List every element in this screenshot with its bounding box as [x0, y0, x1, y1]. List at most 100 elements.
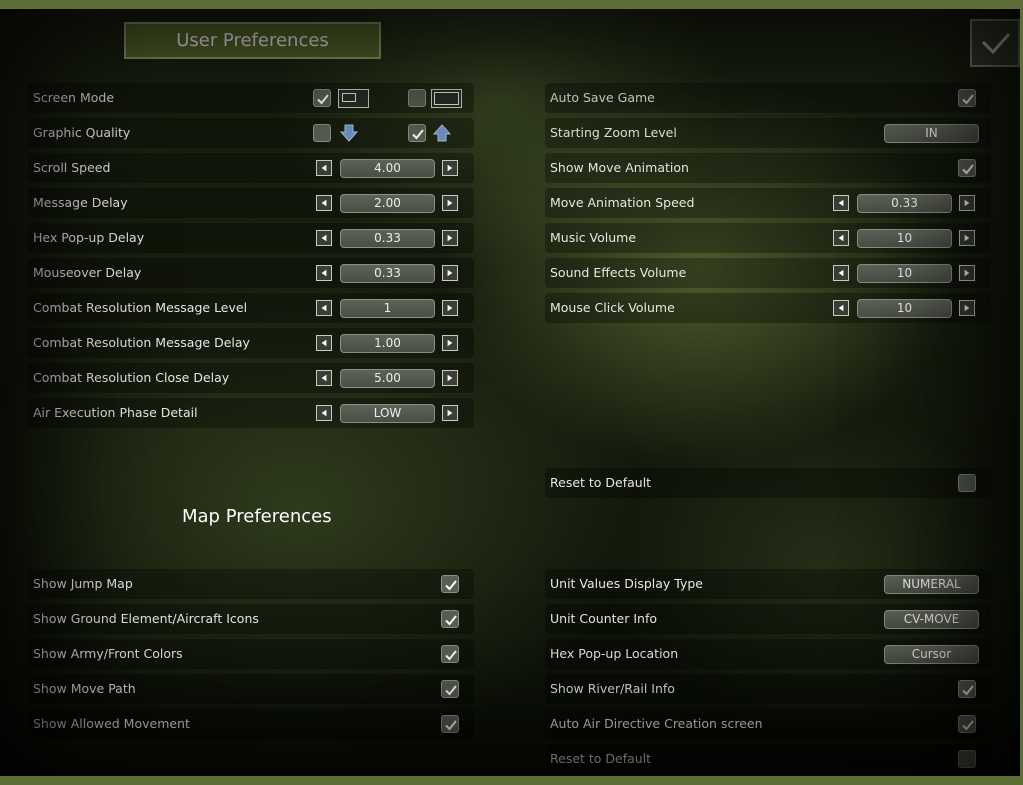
checkmark-icon — [981, 33, 1011, 55]
air-execution-detail-value: LOW — [340, 404, 435, 423]
increase-button[interactable] — [442, 160, 458, 176]
setting-label: Show Allowed Movement — [33, 716, 190, 731]
decrease-button[interactable] — [316, 195, 332, 211]
arrow-up-icon — [432, 124, 452, 142]
show-ground-icons-checkbox[interactable] — [441, 610, 459, 628]
unit-values-display-button[interactable]: NUMERAL — [884, 575, 979, 594]
setting-label: Move Animation Speed — [550, 195, 695, 210]
auto-save-checkbox[interactable] — [958, 89, 976, 107]
setting-sound-effects-volume: Sound Effects Volume 10 — [545, 258, 991, 288]
setting-screen-mode: Screen Mode — [28, 83, 474, 113]
scroll-speed-value: 4.00 — [340, 159, 435, 178]
setting-label: Unit Values Display Type — [550, 576, 703, 591]
increase-button[interactable] — [959, 300, 975, 316]
setting-show-allowed-movement: Show Allowed Movement — [28, 709, 474, 739]
setting-label: Message Delay — [33, 195, 128, 210]
setting-combat-message-level: Combat Resolution Message Level 1 — [28, 293, 474, 323]
setting-label: Auto Air Directive Creation screen — [550, 716, 763, 731]
increase-button[interactable] — [442, 370, 458, 386]
decrease-button[interactable] — [316, 370, 332, 386]
increase-button[interactable] — [442, 405, 458, 421]
setting-label: Show Ground Element/Aircraft Icons — [33, 611, 259, 626]
decrease-button[interactable] — [316, 300, 332, 316]
confirm-button[interactable] — [970, 19, 1020, 67]
increase-button[interactable] — [442, 335, 458, 351]
increase-button[interactable] — [959, 195, 975, 211]
setting-show-move-animation: Show Move Animation — [545, 153, 991, 183]
setting-label: Combat Resolution Close Delay — [33, 370, 230, 385]
decrease-button[interactable] — [316, 405, 332, 421]
setting-label: Show River/Rail Info — [550, 681, 675, 696]
windowed-icon — [338, 89, 369, 108]
setting-reset-user-defaults: Reset to Default — [545, 468, 991, 498]
setting-label: Reset to Default — [550, 751, 652, 766]
decrease-button[interactable] — [833, 230, 849, 246]
setting-label: Show Move Animation — [550, 160, 689, 175]
setting-unit-counter-info: Unit Counter Info CV-MOVE — [545, 604, 991, 634]
setting-auto-save: Auto Save Game — [545, 83, 991, 113]
setting-label: Screen Mode — [33, 90, 115, 105]
unit-counter-info-button[interactable]: CV-MOVE — [884, 610, 979, 629]
music-volume-value: 10 — [857, 229, 952, 248]
hex-popup-location-button[interactable]: Cursor — [884, 645, 979, 664]
show-river-rail-checkbox[interactable] — [958, 680, 976, 698]
decrease-button[interactable] — [833, 195, 849, 211]
show-army-colors-checkbox[interactable] — [441, 645, 459, 663]
increase-button[interactable] — [442, 265, 458, 281]
mouse-click-volume-value: 10 — [857, 299, 952, 318]
setting-label: Hex Pop-up Location — [550, 646, 679, 661]
decrease-button[interactable] — [833, 300, 849, 316]
graphic-quality-low-checkbox[interactable] — [313, 124, 331, 142]
decrease-button[interactable] — [833, 265, 849, 281]
setting-label: Air Execution Phase Detail — [33, 405, 198, 420]
decrease-button[interactable] — [316, 230, 332, 246]
increase-button[interactable] — [442, 230, 458, 246]
setting-mouseover-delay: Mouseover Delay 0.33 — [28, 258, 474, 288]
starting-zoom-button[interactable]: IN — [884, 124, 979, 143]
increase-button[interactable] — [959, 230, 975, 246]
decrease-button[interactable] — [316, 160, 332, 176]
show-move-animation-checkbox[interactable] — [958, 159, 976, 177]
increase-button[interactable] — [442, 300, 458, 316]
auto-air-directive-checkbox[interactable] — [958, 715, 976, 733]
setting-label: Graphic Quality — [33, 125, 131, 140]
setting-hex-popup-location: Hex Pop-up Location Cursor — [545, 639, 991, 669]
show-move-path-checkbox[interactable] — [441, 680, 459, 698]
increase-button[interactable] — [442, 195, 458, 211]
decrease-button[interactable] — [316, 335, 332, 351]
hex-popup-delay-value: 0.33 — [340, 229, 435, 248]
show-jump-map-checkbox[interactable] — [441, 575, 459, 593]
setting-label: Show Army/Front Colors — [33, 646, 183, 661]
setting-music-volume: Music Volume 10 — [545, 223, 991, 253]
setting-label: Mouse Click Volume — [550, 300, 675, 315]
setting-message-delay: Message Delay 2.00 — [28, 188, 474, 218]
mouseover-delay-value: 0.33 — [340, 264, 435, 283]
setting-label: Scroll Speed — [33, 160, 111, 175]
setting-label: Combat Resolution Message Delay — [33, 335, 250, 350]
screen-mode-windowed-checkbox[interactable] — [313, 89, 331, 107]
setting-label: Mouseover Delay — [33, 265, 142, 280]
setting-starting-zoom: Starting Zoom Level IN — [545, 118, 991, 148]
setting-label: Sound Effects Volume — [550, 265, 687, 280]
setting-show-river-rail: Show River/Rail Info — [545, 674, 991, 704]
increase-button[interactable] — [959, 265, 975, 281]
setting-label: Hex Pop-up Delay — [33, 230, 145, 245]
move-animation-speed-value: 0.33 — [857, 194, 952, 213]
decrease-button[interactable] — [316, 265, 332, 281]
screen-mode-fullscreen-checkbox[interactable] — [408, 89, 426, 107]
setting-show-army-colors: Show Army/Front Colors — [28, 639, 474, 669]
setting-label: Auto Save Game — [550, 90, 655, 105]
combat-message-delay-value: 1.00 — [340, 334, 435, 353]
setting-show-move-path: Show Move Path — [28, 674, 474, 704]
message-delay-value: 2.00 — [340, 194, 435, 213]
graphic-quality-high-checkbox[interactable] — [408, 124, 426, 142]
setting-label: Unit Counter Info — [550, 611, 658, 626]
setting-scroll-speed: Scroll Speed 4.00 — [28, 153, 474, 183]
combat-close-delay-value: 5.00 — [340, 369, 435, 388]
sound-effects-volume-value: 10 — [857, 264, 952, 283]
reset-user-defaults-checkbox[interactable] — [958, 474, 976, 492]
show-allowed-movement-checkbox[interactable] — [441, 715, 459, 733]
setting-unit-values-display: Unit Values Display Type NUMERAL — [545, 569, 991, 599]
reset-map-defaults-checkbox[interactable] — [958, 750, 976, 768]
setting-combat-close-delay: Combat Resolution Close Delay 5.00 — [28, 363, 474, 393]
